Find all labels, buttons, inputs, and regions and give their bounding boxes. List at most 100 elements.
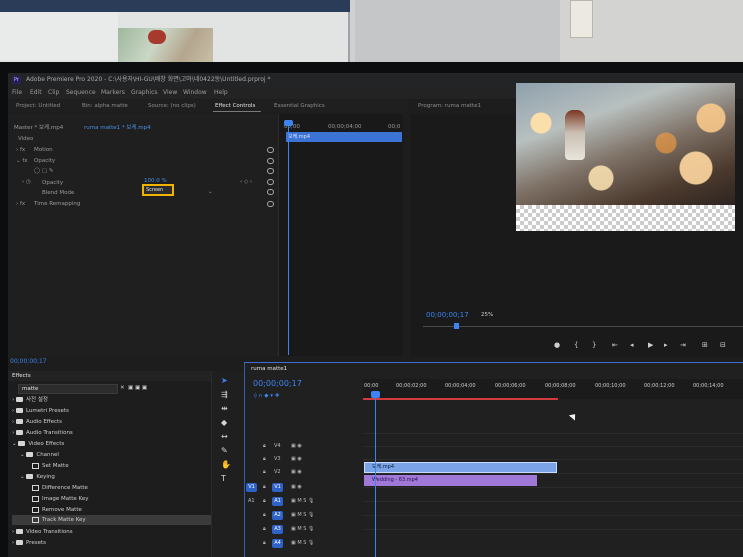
track-target-v1[interactable]: V1: [272, 483, 283, 492]
menu-file[interactable]: File: [12, 87, 22, 99]
reset-opacity-value-icon[interactable]: [267, 179, 274, 185]
track-target-a2[interactable]: A2: [272, 511, 283, 520]
ripple-edit-tool-icon[interactable]: ⇹: [221, 404, 228, 414]
tree-item-audio-transitions[interactable]: › Audio Transitions: [12, 428, 73, 438]
menu-view[interactable]: View: [163, 87, 177, 99]
play-icon[interactable]: ▶: [648, 341, 653, 349]
audio-controls-a4[interactable]: ▣ M S 🎙︎: [291, 540, 314, 547]
source-patch-v1[interactable]: V1: [246, 483, 257, 492]
tree-item-set-matte[interactable]: Set Matte: [32, 461, 69, 471]
ec-master-clip[interactable]: Master * 보케.mp4: [14, 124, 63, 132]
lock-icon[interactable]: 🔒︎: [263, 540, 266, 547]
audio-controls-a2[interactable]: ▣ M S 🎙︎: [291, 512, 314, 519]
menu-edit[interactable]: Edit: [30, 87, 42, 99]
go-to-out-icon[interactable]: ⇥: [680, 341, 686, 349]
track-select-tool-icon[interactable]: ⇶: [221, 390, 228, 400]
menu-graphics[interactable]: Graphics: [131, 87, 158, 99]
tree-item-audio-effects[interactable]: › Audio Effects: [12, 417, 62, 427]
lock-icon[interactable]: 🔒︎: [263, 469, 266, 476]
tree-item-channel[interactable]: ⌄ Channel: [20, 450, 59, 460]
lock-icon[interactable]: 🔒︎: [263, 443, 266, 450]
track-controls-v1[interactable]: ▣ ◉: [291, 484, 302, 491]
tree-item-remove-matte[interactable]: Remove Matte: [32, 505, 82, 515]
menu-clip[interactable]: Clip: [48, 87, 59, 99]
effects-filter-icons[interactable]: ▣ ▣ ▣: [128, 383, 147, 393]
insert-icon[interactable]: ⊞: [702, 341, 708, 349]
overwrite-icon[interactable]: ⊟: [720, 341, 726, 349]
lock-icon[interactable]: 🔒︎: [263, 456, 266, 463]
mark-in-icon[interactable]: {: [574, 341, 578, 349]
tree-item-presets-kr[interactable]: › 사전 설정: [12, 395, 48, 405]
tab-bin[interactable]: Bin: alpha matte: [82, 100, 128, 112]
type-tool-icon[interactable]: T: [221, 474, 226, 484]
program-time-ruler[interactable]: [423, 326, 743, 327]
keyframe-nav-icon[interactable]: ‹ ◇ ›: [240, 178, 252, 186]
slip-tool-icon[interactable]: ↔: [221, 432, 228, 442]
tree-item-track-matte-key[interactable]: Track Matte Key: [32, 515, 86, 525]
tab-essential-graphics[interactable]: Essential Graphics: [274, 100, 325, 112]
menu-sequence[interactable]: Sequence: [66, 87, 96, 99]
track-controls-v3[interactable]: ▣ ◉: [291, 456, 302, 463]
mark-out-icon[interactable]: }: [592, 341, 596, 349]
timeline-timecode[interactable]: 00;00;00;17: [253, 379, 302, 389]
ec-time-remapping[interactable]: Time Remapping: [34, 200, 80, 208]
lock-icon[interactable]: 🔒︎: [263, 498, 266, 505]
stopwatch-icon[interactable]: › ◷: [22, 178, 31, 186]
tree-item-lumetri-presets[interactable]: › Lumetri Presets: [12, 406, 69, 416]
lock-icon[interactable]: 🔒︎: [263, 526, 266, 533]
track-target-a4[interactable]: A4: [272, 539, 283, 548]
tree-item-keying[interactable]: ⌄ Keying: [20, 472, 55, 482]
ec-opacity[interactable]: Opacity: [34, 157, 55, 165]
reset-motion-icon[interactable]: [267, 147, 274, 153]
audio-controls-a1[interactable]: ▣ M S 🎙︎: [291, 498, 314, 505]
track-target-a3[interactable]: A3: [272, 525, 283, 534]
menu-help[interactable]: Help: [214, 87, 228, 99]
clear-search-icon[interactable]: ✕: [120, 383, 125, 393]
reset-mask-icon[interactable]: [267, 168, 274, 174]
track-controls-v4[interactable]: ▣ ◉: [291, 443, 302, 450]
menu-markers[interactable]: Markers: [101, 87, 125, 99]
track-controls-v2[interactable]: ▣ ◉: [291, 469, 302, 476]
reset-time-remap-icon[interactable]: [267, 201, 274, 207]
tab-project[interactable]: Project: Untitled: [16, 100, 60, 112]
source-patch-a1[interactable]: A1: [248, 498, 255, 505]
pen-tool-icon[interactable]: ✎: [221, 446, 228, 456]
tree-item-presets[interactable]: › Presets: [12, 538, 46, 548]
ec-playhead[interactable]: [288, 123, 289, 355]
program-timecode[interactable]: 00;00;00;17: [426, 310, 469, 320]
ec-motion[interactable]: Motion: [34, 146, 53, 154]
step-forward-icon[interactable]: ▸: [664, 341, 668, 349]
program-zoom-select[interactable]: 25%: [481, 311, 493, 319]
effects-title[interactable]: Effects: [12, 372, 31, 380]
step-back-icon[interactable]: ◂: [630, 341, 634, 349]
ec-playhead-handle[interactable]: [284, 120, 293, 126]
program-playhead[interactable]: [454, 323, 459, 329]
chevron-down-icon[interactable]: ⌄: [208, 188, 213, 196]
audio-controls-a3[interactable]: ▣ M S 🎙︎: [291, 526, 314, 533]
timeline-settings-icons[interactable]: ⟠ ∩ ◆ ▾ ✚: [254, 391, 279, 401]
tree-item-difference-matte[interactable]: Difference Matte: [32, 483, 88, 493]
hand-tool-icon[interactable]: ✋: [221, 460, 231, 470]
reset-blend-icon[interactable]: [267, 189, 274, 195]
work-area-bar[interactable]: [363, 398, 558, 400]
lock-icon[interactable]: 🔒︎: [263, 512, 266, 519]
ec-sequence-clip[interactable]: ruma matte1 * 보케.mp4: [84, 124, 151, 132]
lock-icon[interactable]: 🔒︎: [263, 484, 266, 491]
add-marker-icon[interactable]: ●: [554, 341, 560, 349]
timeline-playhead[interactable]: [375, 391, 376, 557]
selection-tool-icon[interactable]: ➤: [221, 376, 228, 386]
ec-timecode[interactable]: 00;00;00;17: [10, 358, 47, 366]
timeline-playhead-handle[interactable]: [371, 391, 380, 398]
tree-item-image-matte-key[interactable]: Image Matte Key: [32, 494, 89, 504]
track-target-a1[interactable]: A1: [272, 497, 283, 506]
tree-item-video-effects[interactable]: ⌄ Video Effects: [12, 439, 64, 449]
mask-tools-icon[interactable]: ◯ ▢ ✎: [34, 167, 53, 175]
tab-source[interactable]: Source: (no clips): [148, 100, 196, 112]
timeline-tab[interactable]: ruma matte1: [251, 365, 287, 373]
razor-tool-icon[interactable]: ◆: [221, 418, 227, 428]
menu-window[interactable]: Window: [183, 87, 207, 99]
go-to-in-icon[interactable]: ⇤: [612, 341, 618, 349]
tab-program[interactable]: Program: ruma matte1: [418, 100, 481, 112]
tree-item-video-transitions[interactable]: › Video Transitions: [12, 527, 73, 537]
reset-opacity-icon[interactable]: [267, 158, 274, 164]
